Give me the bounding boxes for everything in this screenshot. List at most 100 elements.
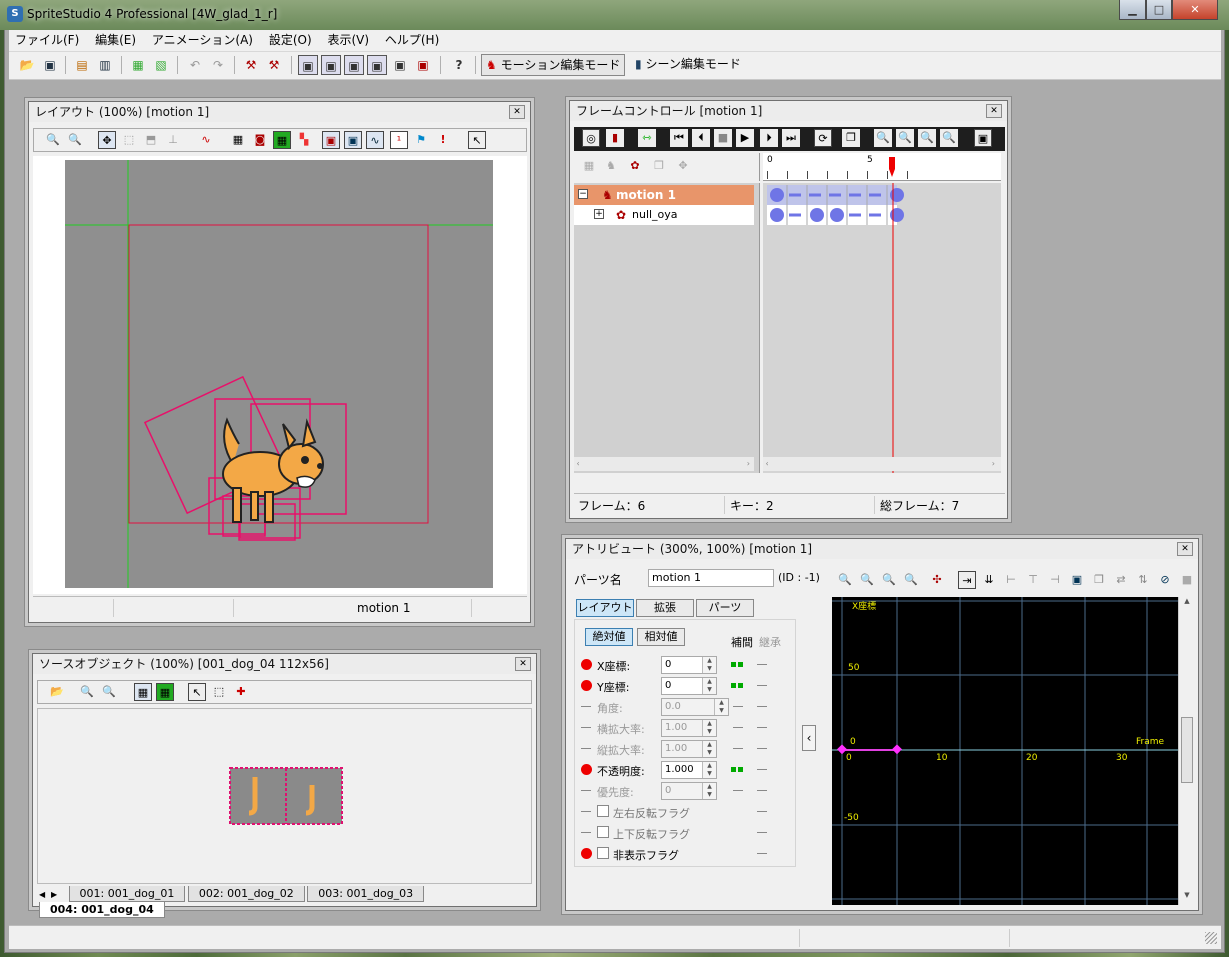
undo-icon[interactable]: ↶	[185, 55, 205, 75]
open-folder-icon[interactable]: 📂	[48, 683, 66, 701]
wave-icon[interactable]: ∿	[366, 131, 384, 149]
no-key-dash[interactable]	[581, 727, 591, 728]
spin-arrows-icon[interactable]: ▲ ▼	[702, 657, 716, 673]
attr-value-field[interactable]: 0 ▲ ▼	[661, 656, 717, 674]
spin-arrows-icon[interactable]: ▲ ▼	[702, 741, 716, 757]
last-frame-icon[interactable]: ⏭	[782, 129, 800, 147]
frame-red-icon[interactable]: ▣	[322, 131, 340, 149]
graph-node-icon[interactable]: ✣	[928, 571, 946, 589]
add-cell-icon[interactable]: ✚	[232, 683, 250, 701]
close-panel-button[interactable]: ✕	[986, 104, 1002, 118]
close-panel-button[interactable]: ✕	[515, 657, 531, 671]
grid-icon[interactable]: ▦	[229, 131, 247, 149]
window-icon[interactable]: ▣	[974, 129, 992, 147]
prev-frame-icon[interactable]: ⏴	[692, 129, 710, 147]
play-icon[interactable]: ▶	[736, 129, 754, 147]
graph-zoom1-icon[interactable]: 🔍	[836, 571, 854, 589]
zoom2-icon[interactable]: 🔍	[896, 129, 914, 147]
minimize-button[interactable]: ▁	[1119, 0, 1146, 20]
window6-icon[interactable]: ▣	[413, 55, 433, 75]
zoom-out-icon[interactable]: 🔍	[66, 131, 84, 149]
source-tab-1[interactable]: 001: 001_dog_01	[68, 886, 186, 902]
tree-row-null[interactable]: + ✿ null_oya	[574, 205, 754, 225]
menu-help[interactable]: ヘルプ(H)	[379, 30, 445, 50]
layout-canvas[interactable]	[33, 156, 527, 594]
flag-checkbox[interactable]	[597, 847, 609, 859]
interp-indicator[interactable]	[731, 683, 749, 691]
target-icon[interactable]: ◎	[582, 129, 600, 147]
window2-icon[interactable]: ▣	[321, 55, 341, 75]
menu-view[interactable]: 表示(V)	[321, 30, 375, 50]
cursor-icon[interactable]: ↖	[188, 683, 206, 701]
layout-stage[interactable]	[33, 156, 527, 594]
flag-checkbox[interactable]	[597, 826, 609, 838]
source-tab-3[interactable]: 003: 001_dog_03	[307, 886, 425, 902]
zoom1-icon[interactable]: 🔍	[874, 129, 892, 147]
frame-ruler[interactable]: 0 5	[763, 153, 1001, 181]
title-bar[interactable]: S SpriteStudio 4 Professional [4W_glad_1…	[0, 0, 1229, 30]
source-canvas[interactable]	[37, 708, 532, 884]
graph-zoom2-icon[interactable]: 🔍	[858, 571, 876, 589]
close-panel-button[interactable]: ✕	[1177, 542, 1193, 556]
interp-indicator[interactable]	[731, 767, 749, 775]
graph-align-icon[interactable]: ⇊	[980, 571, 998, 589]
alert-icon[interactable]: !	[434, 131, 452, 149]
part-name-field[interactable]: motion 1	[648, 569, 774, 587]
mark-icon[interactable]: ¹	[390, 131, 408, 149]
attr-value-field[interactable]: 0 ▲ ▼	[661, 782, 717, 800]
import-image-icon[interactable]: ▤	[72, 55, 92, 75]
color-icon[interactable]: ▚	[295, 131, 313, 149]
attr-value-field[interactable]: 1.00 ▲ ▼	[661, 740, 717, 758]
spin-arrows-icon[interactable]: ▲ ▼	[702, 720, 716, 736]
key-dot-icon[interactable]	[581, 680, 592, 691]
no-key-dash[interactable]	[581, 790, 591, 791]
scroll-thumb[interactable]	[1181, 717, 1193, 783]
save-icon[interactable]: ▣	[40, 55, 60, 75]
pivot-tool-icon[interactable]: ⊥	[164, 131, 182, 149]
tree-hscroll[interactable]: ‹ ›	[574, 457, 754, 471]
select-tool-icon[interactable]: ⬚	[120, 131, 138, 149]
motion-mode-button[interactable]: ♞ モーション編集モード	[481, 54, 626, 76]
spin-arrows-icon[interactable]: ▲ ▼	[714, 699, 728, 715]
window5-icon[interactable]: ▣	[390, 55, 410, 75]
subtab-absolute[interactable]: 絶対値	[585, 628, 633, 646]
graph-tool4-icon[interactable]: ▣	[1068, 571, 1086, 589]
tab-scroll-right-icon[interactable]: ▶	[51, 890, 65, 899]
graph-step-icon[interactable]: ⇥	[958, 571, 976, 589]
zoom3-icon[interactable]: 🔍	[918, 129, 936, 147]
graph-tool7-icon[interactable]: ⇅	[1134, 571, 1152, 589]
graph-tool2-icon[interactable]: ⊤	[1024, 571, 1042, 589]
select-rect-icon[interactable]: ⬚	[210, 683, 228, 701]
next-frame-icon[interactable]: ⏵	[760, 129, 778, 147]
copy-frames-icon[interactable]: ❐	[842, 129, 860, 147]
menu-edit[interactable]: 編集(E)	[89, 30, 142, 50]
curve-graph[interactable]: X座標 50 0 -50 0 10 20 30 Frame	[832, 597, 1178, 905]
graph-zoom4-icon[interactable]: 🔍	[902, 571, 920, 589]
attr-value-field[interactable]: 0.0 ▲ ▼	[661, 698, 729, 716]
graph-tool5-icon[interactable]: ❐	[1090, 571, 1108, 589]
tools2-icon[interactable]: ⚒	[264, 55, 284, 75]
close-button[interactable]: ✕	[1172, 0, 1218, 20]
scene-mode-button[interactable]: ▮ シーン編集モード	[631, 54, 745, 76]
keyframe-area[interactable]: ‹ ›	[763, 183, 1001, 473]
no-key-dash[interactable]	[581, 832, 591, 833]
spin-arrows-icon[interactable]: ▲ ▼	[702, 762, 716, 778]
subtab-relative[interactable]: 相対値	[637, 628, 685, 646]
menu-file[interactable]: ファイル(F)	[9, 30, 85, 50]
no-key-dash[interactable]	[581, 706, 591, 707]
close-panel-button[interactable]: ✕	[509, 105, 525, 119]
graph-block-icon[interactable]: ⊘	[1156, 571, 1174, 589]
attr-value-field[interactable]: 0 ▲ ▼	[661, 677, 717, 695]
attr-value-field[interactable]: 1.000 ▲ ▼	[661, 761, 717, 779]
tab-parts[interactable]: パーツ	[696, 599, 754, 617]
window3-icon[interactable]: ▣	[344, 55, 364, 75]
graph-zoom3-icon[interactable]: 🔍	[880, 571, 898, 589]
tools-icon[interactable]: ⚒	[241, 55, 261, 75]
graph-tool1-icon[interactable]: ⊢	[1002, 571, 1020, 589]
layer-icon[interactable]: ▦	[156, 683, 174, 701]
tab-extend[interactable]: 拡張	[636, 599, 694, 617]
frame-blue-icon[interactable]: ▣	[344, 131, 362, 149]
camera-icon[interactable]: ◙	[251, 131, 269, 149]
tab-layout[interactable]: レイアウト	[576, 599, 634, 617]
no-key-dash[interactable]	[581, 748, 591, 749]
